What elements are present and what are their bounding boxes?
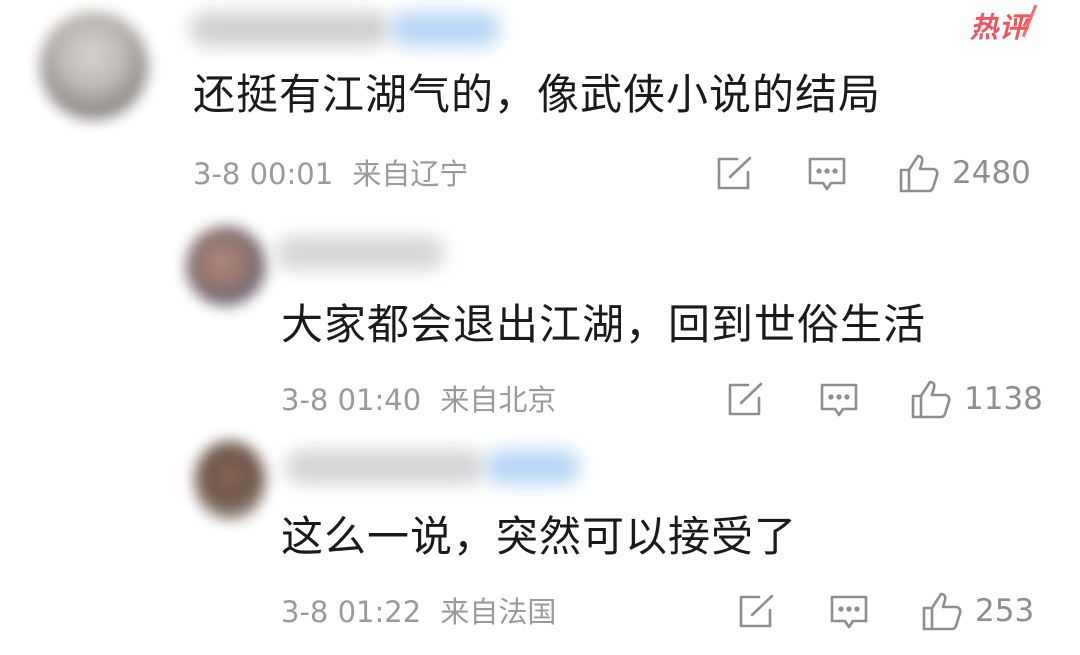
username-blurred-highlight[interactable] bbox=[390, 12, 500, 46]
comment-time: 3-8 00:01 bbox=[193, 157, 334, 191]
share-button[interactable] bbox=[726, 382, 764, 418]
reply-button[interactable] bbox=[829, 594, 869, 632]
comment-icon bbox=[830, 595, 868, 629]
share-icon bbox=[728, 382, 763, 416]
like-icon bbox=[922, 592, 962, 631]
avatar[interactable] bbox=[40, 12, 148, 120]
like-button[interactable]: 2480 bbox=[898, 152, 1031, 194]
reply-button[interactable] bbox=[819, 382, 859, 420]
reply-button[interactable] bbox=[807, 156, 847, 194]
comment-meta: 3-8 00:01 来自辽宁 bbox=[193, 160, 468, 189]
avatar[interactable] bbox=[186, 226, 266, 306]
username-blurred[interactable] bbox=[190, 12, 390, 46]
share-icon bbox=[739, 594, 774, 628]
comment-location: 来自北京 bbox=[440, 383, 557, 417]
username-blurred-highlight[interactable] bbox=[485, 450, 580, 484]
comment-meta: 3-8 01:40 来自北京 bbox=[281, 386, 556, 415]
comment-location: 来自辽宁 bbox=[352, 157, 469, 191]
comment-text: 大家都会退出江湖，回到世俗生活 bbox=[281, 300, 927, 349]
comment-time: 3-8 01:22 bbox=[281, 595, 422, 629]
like-count: 1138 bbox=[964, 380, 1043, 417]
username-blurred[interactable] bbox=[275, 236, 445, 270]
like-count: 253 bbox=[975, 592, 1035, 629]
avatar[interactable] bbox=[194, 440, 266, 520]
like-count: 2480 bbox=[952, 154, 1031, 191]
username-blurred[interactable] bbox=[285, 450, 485, 484]
like-icon bbox=[911, 380, 951, 419]
like-icon bbox=[899, 154, 939, 193]
like-button[interactable]: 1138 bbox=[910, 378, 1043, 420]
share-icon bbox=[717, 156, 752, 190]
comment-text: 还挺有江湖气的，像武侠小说的结局 bbox=[193, 70, 882, 119]
comment-meta: 3-8 01:22 来自法国 bbox=[281, 598, 556, 627]
comment-time: 3-8 01:40 bbox=[281, 383, 422, 417]
comment-icon bbox=[808, 157, 846, 191]
share-button[interactable] bbox=[737, 594, 775, 630]
share-button[interactable] bbox=[715, 156, 753, 192]
comment-location: 来自法国 bbox=[440, 595, 557, 629]
like-button[interactable]: 253 bbox=[921, 590, 1034, 632]
hot-comment-badge: 热评 bbox=[970, 11, 1029, 44]
comment-text: 这么一说，突然可以接受了 bbox=[281, 512, 798, 561]
comment-icon bbox=[820, 383, 858, 417]
